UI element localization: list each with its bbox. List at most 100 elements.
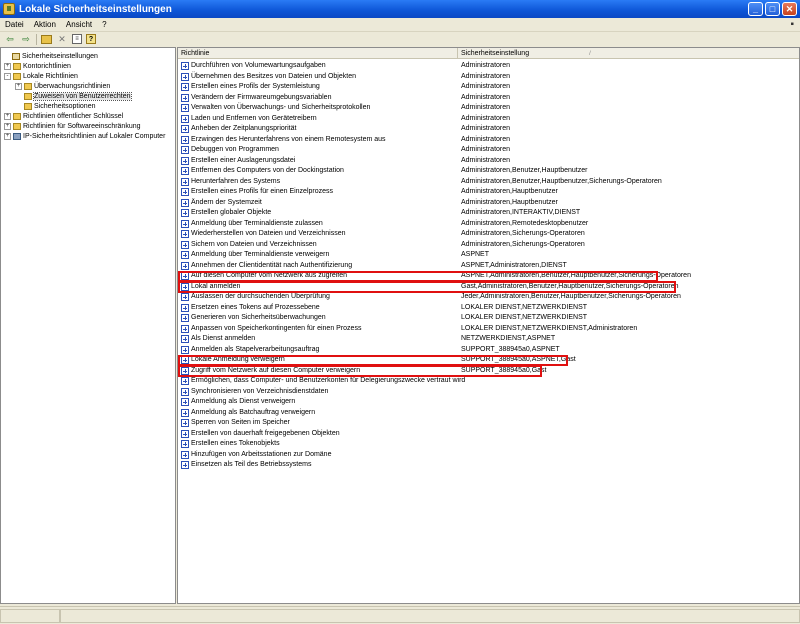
tree-pane: Sicherheitseinstellungen + Kontorichtlinie… <box>0 47 176 604</box>
delete-icon[interactable]: ✕ <box>56 34 68 45</box>
tree-item[interactable]: + Überwachungsrichtlinien <box>15 81 110 91</box>
policy-icon <box>181 251 189 259</box>
table-row[interactable]: Durchführen von Volumewartungsaufgaben Ad… <box>178 61 799 72</box>
policy-name: Sperren von Seiten im Speicher <box>191 419 290 426</box>
table-row[interactable]: Entfernen des Computers von der Dockings… <box>178 166 799 177</box>
folder-icon <box>24 82 32 90</box>
menu-ansicht[interactable]: Ansicht <box>61 20 97 29</box>
table-row[interactable]: Lokal anmelden Gast,Administratoren,Benut… <box>178 282 799 293</box>
tree-expander-icon[interactable]: + <box>4 133 11 141</box>
minimize-button[interactable]: _ <box>748 2 763 16</box>
policy-icon <box>181 335 189 343</box>
tree-item[interactable]: + IP-Sicherheitsrichtlinien auf Lokaler C… <box>4 132 165 142</box>
table-row[interactable]: Übernehmen des Besitzes von Dateien und … <box>178 72 799 83</box>
table-row[interactable]: Synchronisieren von Verzeichnisdienstdat… <box>178 387 799 398</box>
table-row[interactable]: Ermöglichen, dass Computer- und Benutzer… <box>178 376 799 387</box>
help-icon[interactable]: ? <box>86 34 96 44</box>
tree-item[interactable]: + Kontorichtlinien <box>4 61 71 71</box>
title-bar[interactable]: Lokale Sicherheitseinstellungen _ □ ✕ <box>0 0 800 18</box>
menu-help[interactable]: ? <box>97 20 111 29</box>
up-folder-icon[interactable] <box>41 34 52 44</box>
table-row[interactable]: Auslassen der durchsuchenden Überprüfung… <box>178 292 799 303</box>
table-row[interactable]: Als Dienst anmelden NETZWERKDIENST,ASPNET <box>178 334 799 345</box>
policy-name: Anmeldung als Dienst verweigern <box>191 398 296 405</box>
tree-item[interactable]: + Richtlinien öffentlicher Schlüssel <box>4 112 123 122</box>
menu-datei[interactable]: Datei <box>0 20 29 29</box>
tree-item-label: Richtlinien für Softwareeinschränkung <box>23 123 141 131</box>
folder-icon <box>13 62 21 70</box>
table-row[interactable]: Anmeldung über Terminaldienste verweiger… <box>178 250 799 261</box>
back-arrow-icon[interactable]: ⇦ <box>4 34 16 45</box>
tree-item[interactable]: - Lokale Richtlinien <box>4 71 78 81</box>
table-row[interactable]: Laden und Entfernen von Gerätetreibern Ad… <box>178 114 799 125</box>
maximize-button[interactable]: □ <box>765 2 780 16</box>
tree-item[interactable]: Sicherheitseinstellungen <box>3 51 98 61</box>
tree-item[interactable]: Sicherheitsoptionen <box>15 102 96 112</box>
table-row[interactable]: Verändern der Firmwareumgebungsvariablen… <box>178 93 799 104</box>
policy-name: Erstellen globaler Objekte <box>191 209 272 216</box>
forward-arrow-icon[interactable]: ⇨ <box>20 34 32 45</box>
table-row[interactable]: Hinzufügen von Arbeitsstationen zur Domä… <box>178 450 799 461</box>
tree-expander-icon[interactable]: + <box>4 62 11 70</box>
tree-item-label: Kontorichtlinien <box>23 62 71 70</box>
policy-name: Übernehmen des Besitzes von Dateien und … <box>191 72 356 80</box>
tree-item[interactable]: + Richtlinien für Softwareeinschränkung <box>4 122 141 132</box>
policy-icon <box>181 83 189 91</box>
table-row[interactable]: Erstellen von dauerhaft freigegebenen Ob… <box>178 429 799 440</box>
tree-expander-icon[interactable]: + <box>4 113 11 121</box>
table-row[interactable]: Erstellen eines Profils der Systemleistu… <box>178 82 799 93</box>
table-row[interactable]: Zugriff vom Netzwerk auf diesen Computer… <box>178 366 799 377</box>
table-row[interactable]: Anpassen von Speicherkontingenten für ei… <box>178 324 799 335</box>
policy-name: Zugriff vom Netzwerk auf diesen Computer… <box>191 366 361 374</box>
table-row[interactable]: Erstellen eines Tokenobjekts <box>178 439 799 450</box>
policy-name: Ersetzen eines Tokens auf Prozessebene <box>191 303 320 311</box>
policy-setting: NETZWERKDIENST,ASPNET <box>461 335 556 342</box>
table-row[interactable]: Generieren von Sicherheitsüberwachungen L… <box>178 313 799 324</box>
policy-setting: SUPPORT_388945a0,ASPNET,Gast <box>461 356 576 363</box>
column-sicherheitseinstellung[interactable]: Sicherheitseinstellung / <box>458 48 799 59</box>
policy-setting: Administratoren,Benutzer,Hauptbenutzer <box>461 167 588 174</box>
table-row[interactable]: Lokale Anmeldung verweigern SUPPORT_38894… <box>178 355 799 366</box>
table-row[interactable]: Erstellen eines Profils für einen Einzel… <box>178 187 799 198</box>
table-row[interactable]: Anmeldung als Batchauftrag verweigern <box>178 408 799 419</box>
policy-icon <box>181 177 189 186</box>
policy-setting: Administratoren,Sicherungs-Operatoren <box>461 240 585 248</box>
tree-expander-icon[interactable]: + <box>4 123 11 131</box>
close-button[interactable]: ✕ <box>782 2 797 16</box>
table-row[interactable]: Herunterfahren des Systems Administratore… <box>178 177 799 188</box>
tree-expander-icon[interactable]: + <box>15 82 22 90</box>
table-row[interactable]: Erstellen einer Auslagerungsdatei Adminis… <box>178 156 799 167</box>
table-row[interactable]: Sichern von Dateien und Verzeichnissen Ad… <box>178 240 799 251</box>
tree-item[interactable]: Zuweisen von Benutzerrechten <box>15 91 132 101</box>
menu-aktion[interactable]: Aktion <box>29 20 61 29</box>
policy-setting: Administratoren <box>461 156 511 164</box>
table-row[interactable]: Anheben der Zeitplanungspriorität Adminis… <box>178 124 799 135</box>
tree-expander-icon[interactable]: - <box>4 72 11 80</box>
policy-icon <box>181 156 189 165</box>
table-row[interactable]: Anmelden als Stapelverarbeitungsauftrag S… <box>178 345 799 356</box>
policy-name: Annehmen der Clientidentität nach Authen… <box>191 261 353 269</box>
policy-name: Als Dienst anmelden <box>191 335 256 342</box>
table-row[interactable]: Debuggen von Programmen Administratoren <box>178 145 799 156</box>
policy-icon <box>181 261 189 270</box>
table-row[interactable]: Auf diesen Computer vom Netzwerk aus zug… <box>178 271 799 282</box>
policy-setting: Administratoren <box>461 62 511 69</box>
table-row[interactable]: Wiederherstellen von Dateien und Verzeic… <box>178 229 799 240</box>
table-row[interactable]: Erstellen globaler Objekte Administratore… <box>178 208 799 219</box>
table-row[interactable]: Ersetzen eines Tokens auf Prozessebene LO… <box>178 303 799 314</box>
table-row[interactable]: Erzwingen des Herunterfahrens von einem … <box>178 135 799 146</box>
table-row[interactable]: Sperren von Seiten im Speicher <box>178 418 799 429</box>
table-row[interactable]: Einsetzen als Teil des Betriebssystems <box>178 460 799 471</box>
table-row[interactable]: Anmeldung als Dienst verweigern <box>178 397 799 408</box>
policy-name: Debuggen von Programmen <box>191 146 279 153</box>
tree-expander-icon[interactable] <box>3 53 10 60</box>
properties-icon[interactable]: ≡ <box>72 34 82 44</box>
policy-icon <box>181 125 189 133</box>
policy-setting: Administratoren,INTERAKTIV,DIENST <box>461 209 581 216</box>
table-row[interactable]: Annehmen der Clientidentität nach Authen… <box>178 261 799 272</box>
table-row[interactable]: Anmeldung über Terminaldienste zulassen A… <box>178 219 799 230</box>
table-row[interactable]: Ändern der Systemzeit Administratoren,Hau… <box>178 198 799 209</box>
column-richtlinie[interactable]: Richtlinie <box>178 48 458 59</box>
table-row[interactable]: Verwalten von Überwachungs- und Sicherhe… <box>178 103 799 114</box>
